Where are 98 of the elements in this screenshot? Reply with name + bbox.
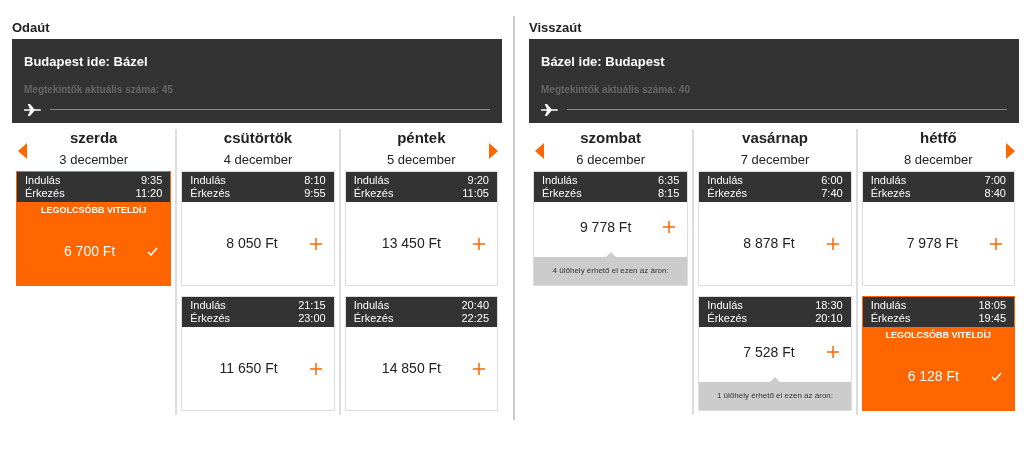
flight-card[interactable]: Indulás 6:00 Érkezés 7:40 8 878 Ft [698, 171, 852, 286]
price: 9 778 Ft [579, 217, 632, 237]
arrival-time: 11:05 [462, 187, 489, 200]
section-title: Visszaút [529, 19, 583, 36]
departure-time: 8:10 [304, 174, 326, 187]
weekday: szerda [69, 128, 118, 148]
route-title: Budapest ide: Bázel [24, 53, 149, 71]
arrival-label: Érkezés [870, 187, 911, 200]
flight-card[interactable]: Indulás 8:10 Érkezés 9:55 8 050 Ft [181, 171, 335, 286]
flight-card[interactable]: Indulás 7:00 Érkezés 8:40 7 978 Ft [861, 171, 1015, 286]
arrival-label: Érkezés [353, 312, 394, 325]
price: 6 700 Ft [63, 241, 116, 261]
departure-time: 21:15 [298, 299, 326, 312]
plus-icon [826, 237, 839, 250]
arrival-label: Érkezés [542, 187, 582, 200]
seats-available-note: 1 ülőhely érhető el ezen az áron: [699, 382, 851, 410]
price: 11 650 Ft [219, 359, 278, 378]
price: 6 128 Ft [907, 366, 959, 386]
previous-arrow-icon[interactable] [535, 143, 544, 159]
next-arrow-icon[interactable] [489, 143, 498, 159]
arrival-time: 8:15 [657, 187, 680, 200]
weekday: csütörtök [223, 128, 293, 148]
date: 4 december [223, 150, 293, 169]
flight-card[interactable]: Indulás 9:35 Érkezés 11:20 LEGOLCSÓBB VITELDÍJ 6 700 Ft [16, 171, 172, 286]
arrival-time: 23:00 [298, 312, 326, 325]
check-icon [147, 246, 159, 256]
price: 8 878 Ft [743, 234, 795, 253]
weekday: hétfő [920, 128, 957, 148]
arrival-label: Érkezés [707, 187, 748, 200]
airplane-icon [541, 102, 559, 117]
previous-arrow-icon[interactable] [18, 143, 27, 159]
departure-time: 7:00 [984, 174, 1006, 187]
arrival-time: 7:40 [821, 187, 843, 200]
arrival-time: 8:40 [984, 187, 1006, 200]
weekday: vasárnap [742, 128, 808, 148]
arrival-time: 22:25 [461, 312, 489, 325]
departure-label: Indulás [353, 174, 390, 187]
price: 14 850 Ft [381, 359, 441, 378]
arrival-time: 20:10 [815, 312, 843, 325]
section-title: Odaút [12, 19, 51, 36]
price: 13 450 Ft [381, 234, 441, 253]
flight-card[interactable]: Indulás 6:35 Érkezés 8:15 9 778 Ft 4 ülőhely érhető el ezen az áron: [533, 171, 689, 286]
flight-card[interactable]: Indulás 20:40 Érkezés 22:25 14 850 Ft [344, 296, 498, 411]
departure-label: Indulás [542, 174, 578, 187]
departure-time: 9:35 [140, 174, 163, 187]
airplane-icon [24, 102, 42, 117]
plus-icon [309, 237, 322, 250]
flight-card[interactable]: Indulás 18:05 Érkezés 19:45 LEGOLCSÓBB VITELDÍJ 6 128 Ft [861, 296, 1015, 411]
departure-time: 18:05 [978, 299, 1006, 312]
price: 7 978 Ft [906, 234, 958, 253]
cheapest-fare-label: LEGOLCSÓBB VITELDÍJ [884, 328, 993, 342]
arrival-label: Érkezés [353, 187, 394, 200]
plus-icon [473, 237, 485, 250]
departure-time: 6:35 [657, 174, 680, 187]
weekday: szombat [580, 128, 642, 148]
departure-label: Indulás [707, 299, 743, 312]
price: 8 050 Ft [226, 234, 278, 253]
departure-label: Indulás [870, 174, 907, 187]
date: 8 december [904, 150, 973, 169]
departure-label: Indulás [353, 299, 390, 312]
arrival-label: Érkezés [870, 312, 911, 325]
pointer-icon [770, 377, 780, 382]
flight-card[interactable]: Indulás 18:30 Érkezés 20:10 7 528 Ft 1 ülőhely érhető el ezen az áron: [698, 296, 852, 411]
flight-card[interactable]: Indulás 9:20 Érkezés 11:05 13 450 Ft [344, 171, 498, 286]
plus-icon [826, 346, 839, 358]
departure-label: Indulás [707, 174, 743, 187]
arrival-time: 9:55 [304, 187, 326, 200]
plus-icon [663, 221, 676, 233]
weekday: péntek [397, 128, 446, 148]
departure-time: 6:00 [821, 174, 843, 187]
cheapest-fare-label: LEGOLCSÓBB VITELDÍJ [39, 203, 148, 217]
departure-time: 20:40 [461, 299, 489, 312]
price: 7 528 Ft [743, 342, 795, 362]
departure-label: Indulás [190, 299, 226, 312]
next-arrow-icon[interactable] [1006, 143, 1015, 159]
departure-label: Indulás [190, 174, 226, 187]
date: 5 december [387, 150, 456, 169]
departure-time: 9:20 [467, 174, 489, 187]
arrival-label: Érkezés [190, 312, 231, 325]
seats-available-note: 4 ülőhely érhető el ezen az áron: [534, 257, 688, 285]
arrival-label: Érkezés [25, 187, 65, 200]
departure-label: Indulás [25, 174, 61, 187]
arrival-label: Érkezés [707, 312, 748, 325]
plus-icon [473, 362, 485, 375]
pointer-icon [605, 252, 616, 257]
arrival-time: 19:45 [978, 312, 1006, 325]
date: 7 december [740, 150, 810, 169]
route-title: Bázel ide: Budapest [541, 53, 666, 71]
departure-time: 18:30 [815, 299, 843, 312]
arrival-time: 11:20 [135, 187, 163, 200]
flight-card[interactable]: Indulás 21:15 Érkezés 23:00 11 650 Ft [181, 296, 335, 411]
plus-icon [309, 362, 322, 375]
plus-icon [990, 237, 1002, 250]
date: 6 december [576, 150, 645, 169]
check-icon [991, 371, 1002, 381]
arrival-label: Érkezés [190, 187, 231, 200]
departure-label: Indulás [870, 299, 907, 312]
date: 3 december [59, 150, 128, 169]
